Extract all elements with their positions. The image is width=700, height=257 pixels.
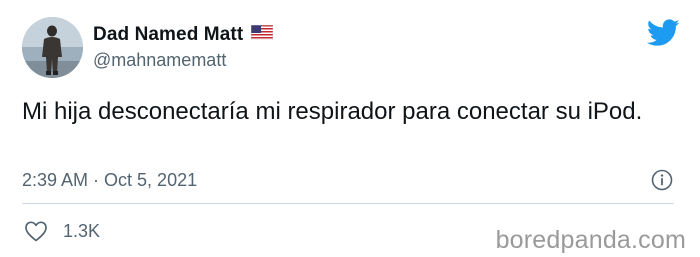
twitter-bird-icon[interactable] [646,19,680,47]
divider [22,203,674,204]
display-name-label: Dad Named Matt [93,24,244,45]
author-handle[interactable]: @mahnamematt [93,50,226,71]
display-name[interactable]: Dad Named Matt [93,24,274,46]
avatar[interactable] [22,17,83,78]
heart-icon[interactable] [24,220,48,242]
info-icon[interactable] [651,169,673,191]
tweet-text: Mi hija desconectaría mi respirador para… [22,98,643,125]
watermark: boredpanda.com [495,226,686,254]
us-flag-icon [250,24,274,46]
like-count: 1.3K [63,221,101,241]
tweet-timestamp[interactable]: 2:39 AM · Oct 5, 2021 [22,170,197,191]
